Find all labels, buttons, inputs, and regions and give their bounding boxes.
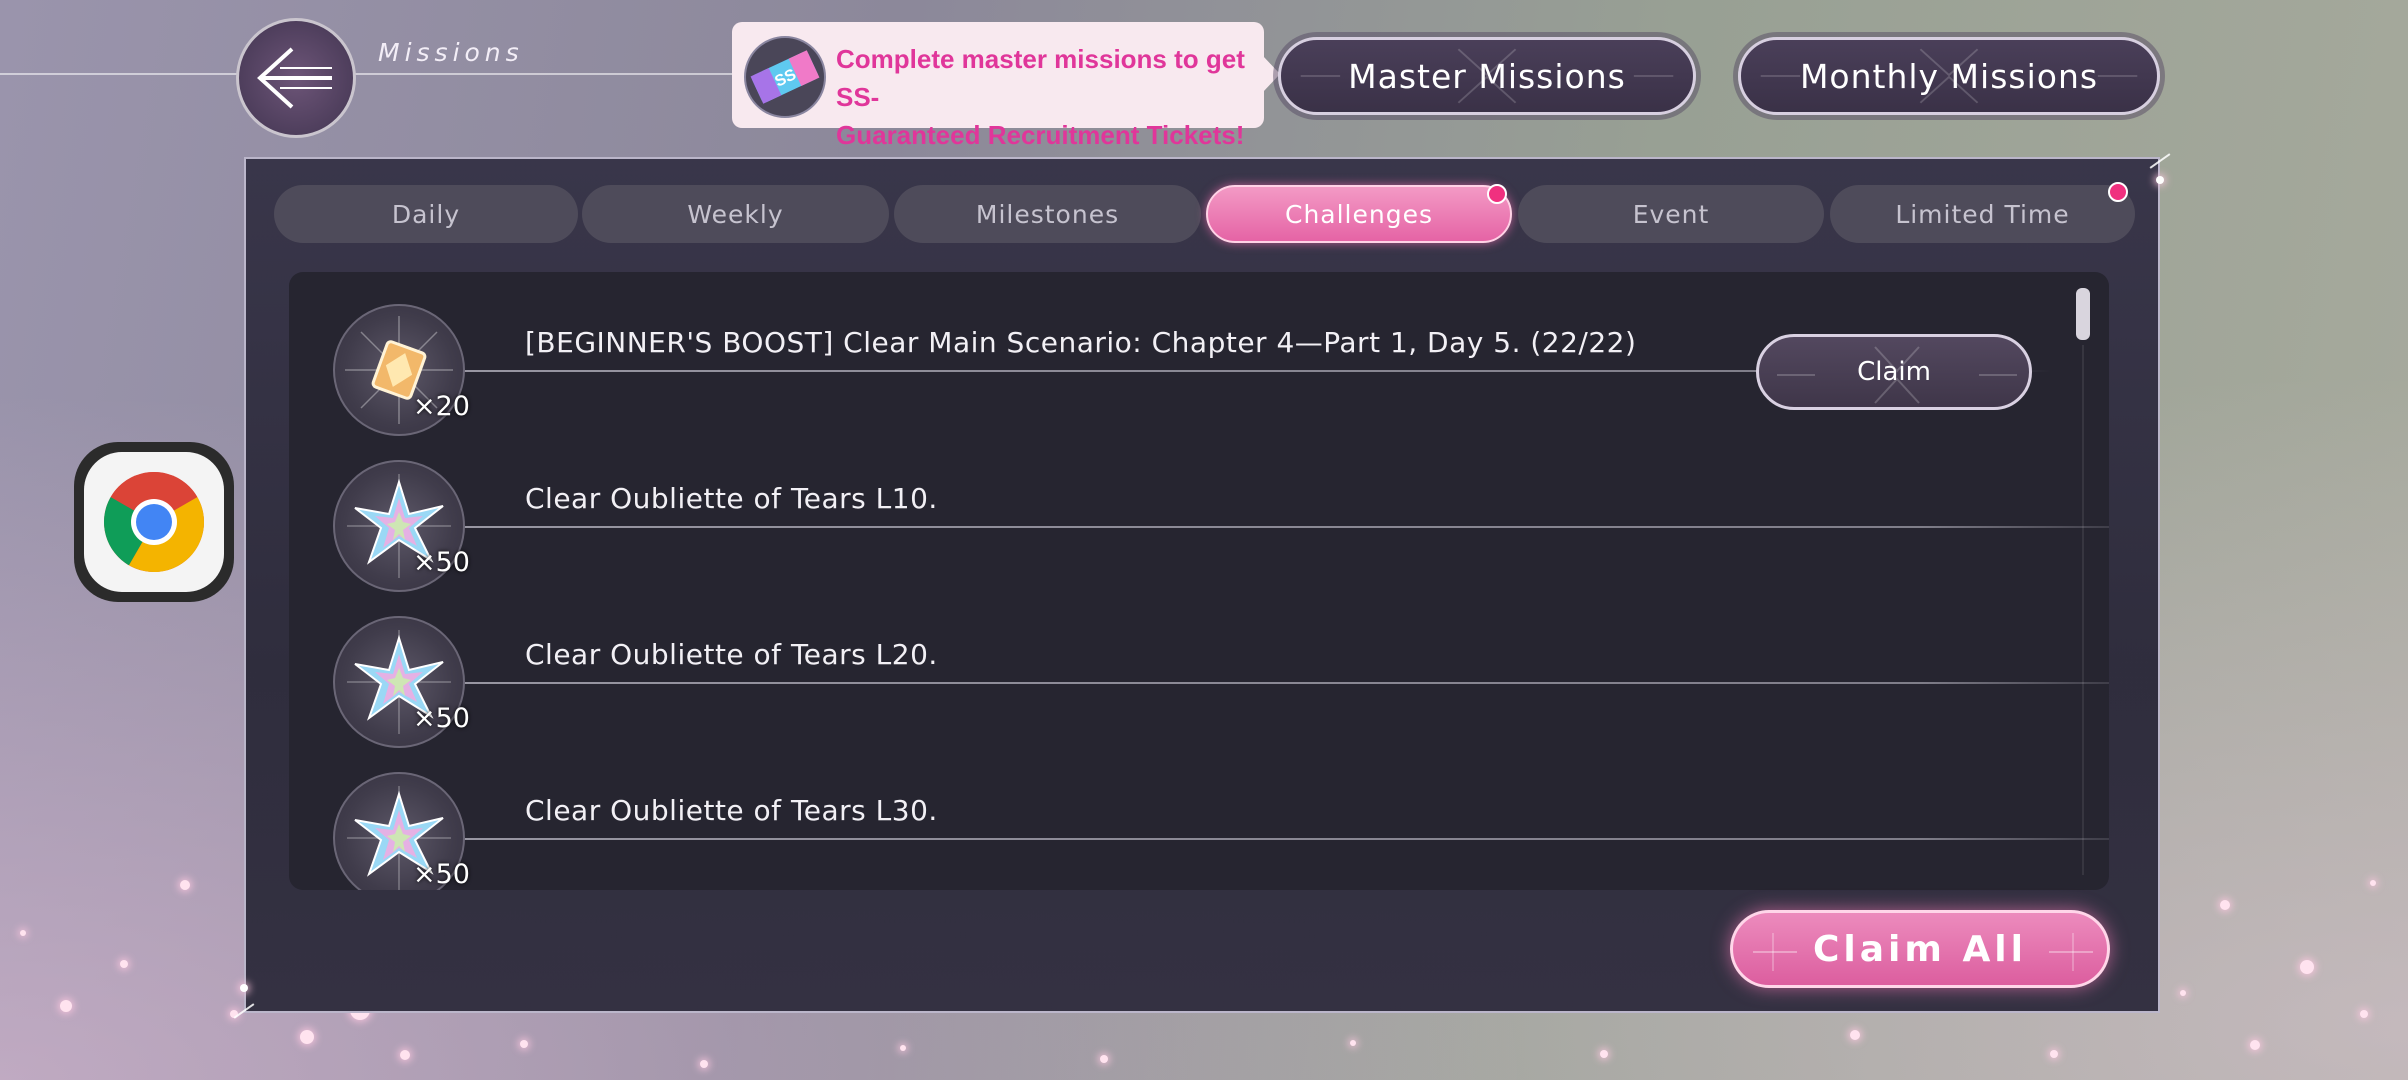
mission-row: ×50 Clear Oubliette of Tears L30. <box>289 740 2109 890</box>
tab-milestones[interactable]: Milestones <box>894 185 1201 243</box>
tab-limited-time-notification-badge <box>2108 182 2128 202</box>
mission-row: ×50 Clear Oubliette of Tears L10. <box>289 428 2109 592</box>
claim-all-button[interactable]: Claim All <box>1730 910 2110 988</box>
claim-button-label: Claim <box>1857 357 1931 387</box>
mission-row: ×50 Clear Oubliette of Tears L20. <box>289 584 2109 748</box>
claim-all-label: Claim All <box>1813 928 2027 970</box>
chrome-icon <box>104 472 204 572</box>
promo-text-line2: Guaranteed Recruitment Tickets! <box>836 120 1245 150</box>
claim-button[interactable]: Claim <box>1756 334 2032 410</box>
ss-ticket-icon: SS <box>744 36 826 118</box>
tab-label: Weekly <box>687 199 784 229</box>
scrollbar-thumb[interactable] <box>2076 288 2090 340</box>
panel-corner-dot <box>240 984 248 992</box>
mission-text: Clear Oubliette of Tears L30. <box>525 794 938 827</box>
panel-corner-dot <box>2156 176 2164 184</box>
tab-daily[interactable]: Daily <box>274 185 578 243</box>
tab-label: Milestones <box>975 199 1120 229</box>
reward-quantity: ×20 <box>413 391 470 422</box>
mission-text: Clear Oubliette of Tears L20. <box>525 638 938 671</box>
reward-quantity: ×50 <box>413 859 470 890</box>
master-missions-button[interactable]: Master Missions <box>1278 37 1696 115</box>
header-divider <box>0 73 740 75</box>
row-divider <box>461 682 2109 684</box>
tab-limited-time[interactable]: Limited Time <box>1830 185 2135 243</box>
monthly-missions-label: Monthly Missions <box>1799 56 2099 96</box>
reward-quantity: ×50 <box>413 547 470 578</box>
tab-event[interactable]: Event <box>1518 185 1824 243</box>
scroll-track <box>2082 345 2084 875</box>
row-divider <box>461 838 2109 840</box>
mission-text: Clear Oubliette of Tears L10. <box>525 482 938 515</box>
back-arrow-icon <box>257 47 332 109</box>
reward-quantity: ×50 <box>413 703 470 734</box>
promo-banner[interactable]: SS Complete master missions to get SS- G… <box>732 22 1280 150</box>
floating-app-shortcut[interactable] <box>74 442 234 602</box>
monthly-missions-button[interactable]: Monthly Missions <box>1738 37 2160 115</box>
tab-label: Event <box>1632 199 1710 229</box>
tab-weekly[interactable]: Weekly <box>582 185 889 243</box>
row-divider <box>461 526 2109 528</box>
promo-text-line1: Complete master missions to get SS- <box>836 44 1245 112</box>
mission-text: [BEGINNER'S BOOST] Clear Main Scenario: … <box>525 326 1637 359</box>
tab-challenges[interactable]: Challenges <box>1206 185 1512 243</box>
tab-label: Limited Time <box>1895 199 2070 229</box>
tab-label: Challenges <box>1284 199 1433 229</box>
back-button[interactable] <box>236 18 356 138</box>
tab-label: Daily <box>391 199 461 229</box>
page-title: Missions <box>378 38 524 67</box>
master-missions-label: Master Missions <box>1348 56 1626 96</box>
tab-challenges-notification-badge <box>1487 184 1507 204</box>
